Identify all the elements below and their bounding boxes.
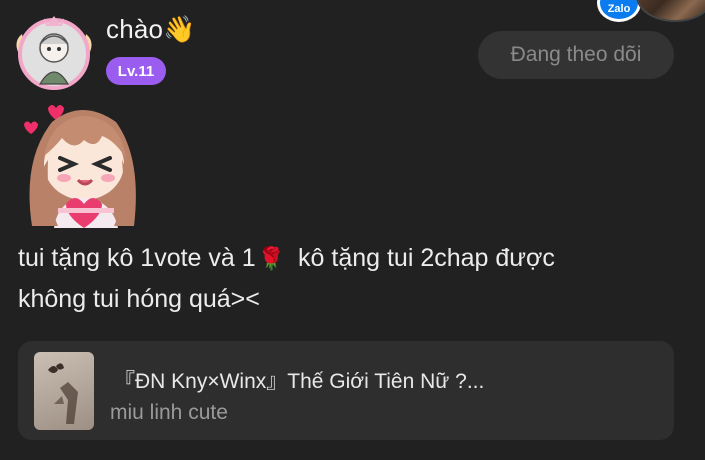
anime-girl-sticker — [18, 100, 144, 228]
wave-emoji-icon: 👋 — [163, 14, 196, 44]
comment-line1-part2: kô tặng tui 2chap được — [291, 244, 555, 272]
username-text: chào — [106, 14, 164, 44]
story-link-card[interactable]: 『ĐN Kny×Winx』Thế Giới Tiên Nữ ?... miu l… — [18, 341, 674, 440]
avatar-image — [16, 16, 92, 90]
zalo-icon[interactable]: Zalo — [597, 0, 641, 22]
story-cover-image — [34, 352, 94, 430]
username[interactable]: chào👋 — [106, 14, 196, 45]
comment-line1-part1: tui tặng kô 1vote và 1 — [18, 244, 256, 272]
story-title: 『ĐN Kny×Winx』Thế Giới Tiên Nữ ?... — [114, 370, 485, 393]
rose-emoji-icon: 🌹 — [257, 246, 286, 271]
following-button[interactable]: Đang theo dõi — [478, 31, 674, 79]
story-author: miu linh cute — [110, 401, 228, 424]
comment-text: tui tặng kô 1vote và 1🌹 kô tặng tui 2cha… — [18, 238, 678, 319]
level-badge: Lv.11 — [106, 57, 166, 85]
zalo-label: Zalo — [607, 3, 631, 15]
avatar[interactable] — [14, 12, 94, 92]
comment-line2: không tui hóng quá>< — [18, 285, 260, 313]
profile-photo-thumbnail[interactable] — [636, 0, 705, 22]
